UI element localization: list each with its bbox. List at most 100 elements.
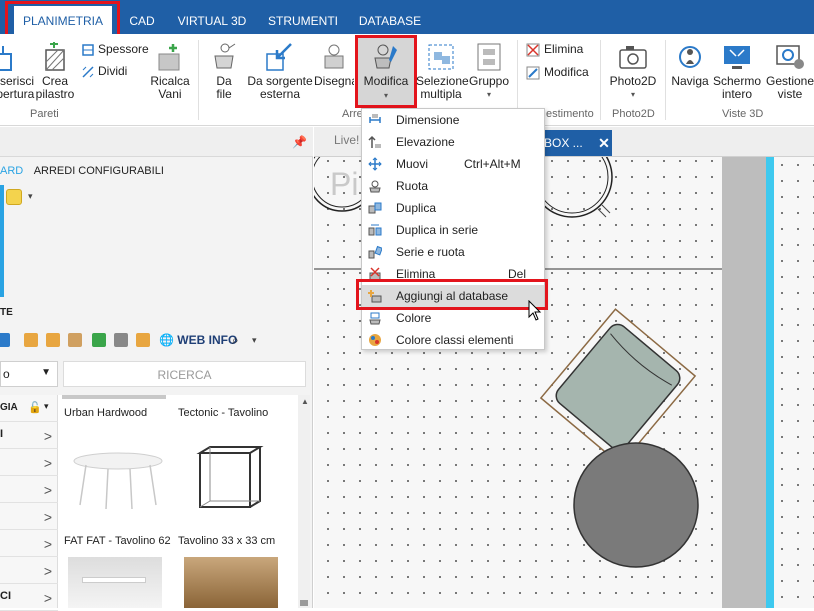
tab-strumenti[interactable]: STRUMENTI (262, 8, 344, 34)
group-label-photo2d: Photo2D (612, 108, 655, 120)
close-icon[interactable]: ✕ (596, 130, 612, 156)
pin-icon[interactable]: 📌 (292, 135, 307, 149)
lightbulb-icon[interactable] (6, 189, 22, 205)
strip-icon-2[interactable] (24, 333, 38, 347)
menu-item-serie-e-ruota[interactable]: Serie e ruota (362, 241, 544, 263)
insert-opening-button[interactable]: Inserisci apertura (0, 42, 36, 101)
product-thumb-round-table[interactable] (68, 443, 168, 513)
tab-database[interactable]: DATABASE (352, 8, 428, 34)
modify-small-button[interactable]: Modifica (526, 63, 589, 81)
dropdown-arrow-icon[interactable]: ▾ (252, 335, 257, 346)
binoculars-icon[interactable]: ⌕ (232, 333, 239, 348)
photo2d-button[interactable]: Photo2D ▾ (604, 42, 662, 101)
list-item[interactable]: > (0, 476, 58, 503)
divide-icon (82, 66, 94, 78)
product-scrollbar[interactable]: ▲ (298, 395, 310, 608)
product-name[interactable]: Tectonic - Tavolino (178, 407, 268, 419)
series-rotate-icon (368, 245, 382, 259)
move-icon (368, 157, 382, 171)
class-color-icon (369, 334, 381, 346)
add-database-icon (368, 290, 382, 303)
delete-button[interactable]: Elimina (526, 40, 583, 58)
list-item[interactable]: > (0, 530, 58, 557)
globe-icon: 🌐 (159, 333, 174, 347)
round-table-grey[interactable] (573, 442, 699, 568)
chevron-right-icon: > (43, 590, 52, 606)
navigate-button[interactable]: Naviga (668, 42, 712, 88)
dropdown-arrow-icon[interactable]: ▾ (44, 401, 49, 412)
product-name[interactable]: Tavolino 33 x 33 cm (178, 535, 275, 547)
menu-item-colore[interactable]: Colore (362, 307, 544, 329)
wall-selected-edge[interactable] (766, 157, 774, 608)
strip-icon-5[interactable] (92, 333, 106, 347)
modify-button[interactable]: Modifica ▾ (358, 38, 414, 106)
create-pillar-button[interactable]: Crea pilastro (34, 42, 76, 101)
menu-item-elimina[interactable]: Elimina Del (362, 263, 544, 285)
search-button[interactable]: RICERCA (63, 361, 306, 387)
tab-live[interactable]: Live! (334, 133, 359, 147)
category-select[interactable]: o ▼ (0, 361, 58, 387)
strip-icon-1[interactable] (0, 333, 10, 347)
group-button[interactable]: Gruppo ▾ (466, 42, 512, 101)
dropdown-arrow-icon[interactable]: ▾ (28, 191, 33, 202)
list-item[interactable]: > (0, 557, 58, 584)
dropdown-arrow-icon: ▾ (630, 90, 635, 99)
menu-item-aggiungi-al-database[interactable]: Aggiungi al database (362, 285, 544, 307)
multiple-selection-button[interactable]: Selezione multipla (416, 42, 469, 101)
duplicate-series-icon (368, 224, 382, 236)
web-info-button[interactable]: 🌐 WEB INFO (159, 333, 237, 347)
list-item[interactable]: I > (0, 422, 58, 449)
modify-icon (374, 44, 397, 69)
tab-virtual-3d[interactable]: VIRTUAL 3D (172, 8, 252, 34)
tab-cad[interactable]: CAD (120, 8, 164, 34)
menu-item-duplica-in-serie[interactable]: Duplica in serie (362, 219, 544, 241)
tab-arredi-configurabili[interactable]: ARREDI CONFIGURABILI (34, 165, 164, 177)
strip-icon-3[interactable] (46, 333, 60, 347)
from-file-button[interactable]: Da file (202, 42, 246, 101)
scroll-up-icon[interactable]: ▲ (301, 397, 309, 406)
scroll-thumb[interactable] (300, 600, 308, 606)
list-item[interactable]: CI > (0, 584, 58, 611)
list-item[interactable]: > (0, 449, 58, 476)
ribbon-separator (198, 40, 199, 120)
trace-rooms-button[interactable]: Ricalca Vani (148, 42, 192, 101)
navigate-icon (679, 46, 701, 68)
wall[interactable] (722, 157, 766, 608)
delete-icon (526, 43, 540, 57)
armchair[interactable] (539, 308, 697, 466)
thickness-button[interactable]: Spessore (82, 40, 149, 58)
chevron-right-icon: > (43, 536, 52, 552)
strip-icon-6[interactable] (114, 333, 128, 347)
divide-button[interactable]: Dividi (82, 62, 127, 80)
left-panel: 📌 ARD ARREDI CONFIGURABILI ▾ TE 🌐 WEB IN… (0, 127, 313, 611)
ribbon-separator (665, 40, 666, 120)
tab-planimetria[interactable]: PLANIMETRIA (14, 6, 112, 34)
strip-icon-4[interactable] (68, 333, 82, 347)
fullscreen-icon (724, 46, 750, 69)
tab-ard[interactable]: ARD (0, 165, 23, 177)
draw-button[interactable]: Disegna (314, 42, 354, 88)
menu-item-ruota[interactable]: Ruota (362, 175, 544, 197)
pillar-icon (45, 42, 65, 71)
product-thumb-cube-table[interactable] (194, 443, 268, 513)
strip-icon-7[interactable] (136, 333, 150, 347)
menu-item-muovi[interactable]: Muovi Ctrl+Alt+M (362, 153, 544, 175)
product-name[interactable]: FAT FAT - Tavolino 62 (64, 535, 171, 547)
menu-item-elevazione[interactable]: Elevazione (362, 131, 544, 153)
lock-icon[interactable]: 🔓 (28, 401, 42, 414)
menu-item-colore-classi-elementi[interactable]: Colore classi elementi (362, 329, 544, 351)
menu-item-dimensione[interactable]: Dimensione (362, 109, 544, 131)
from-external-source-button[interactable]: Da sorgente esterna (246, 42, 314, 101)
canvas-right-area[interactable] (774, 157, 814, 608)
manage-views-button[interactable]: Gestione viste (762, 42, 814, 101)
insert-opening-icon (0, 46, 12, 71)
product-thumb-white-table[interactable] (68, 557, 162, 608)
external-source-icon (266, 43, 292, 71)
product-name[interactable]: Urban Hardwood (64, 407, 147, 419)
menu-item-duplica[interactable]: Duplica (362, 197, 544, 219)
delete-icon (369, 267, 381, 281)
product-thumb-wood-stool[interactable] (184, 557, 278, 608)
list-item[interactable]: > (0, 503, 58, 530)
left-panel-tabs: ARD ARREDI CONFIGURABILI (0, 165, 172, 177)
fullscreen-button[interactable]: Schermo intero (712, 42, 762, 101)
